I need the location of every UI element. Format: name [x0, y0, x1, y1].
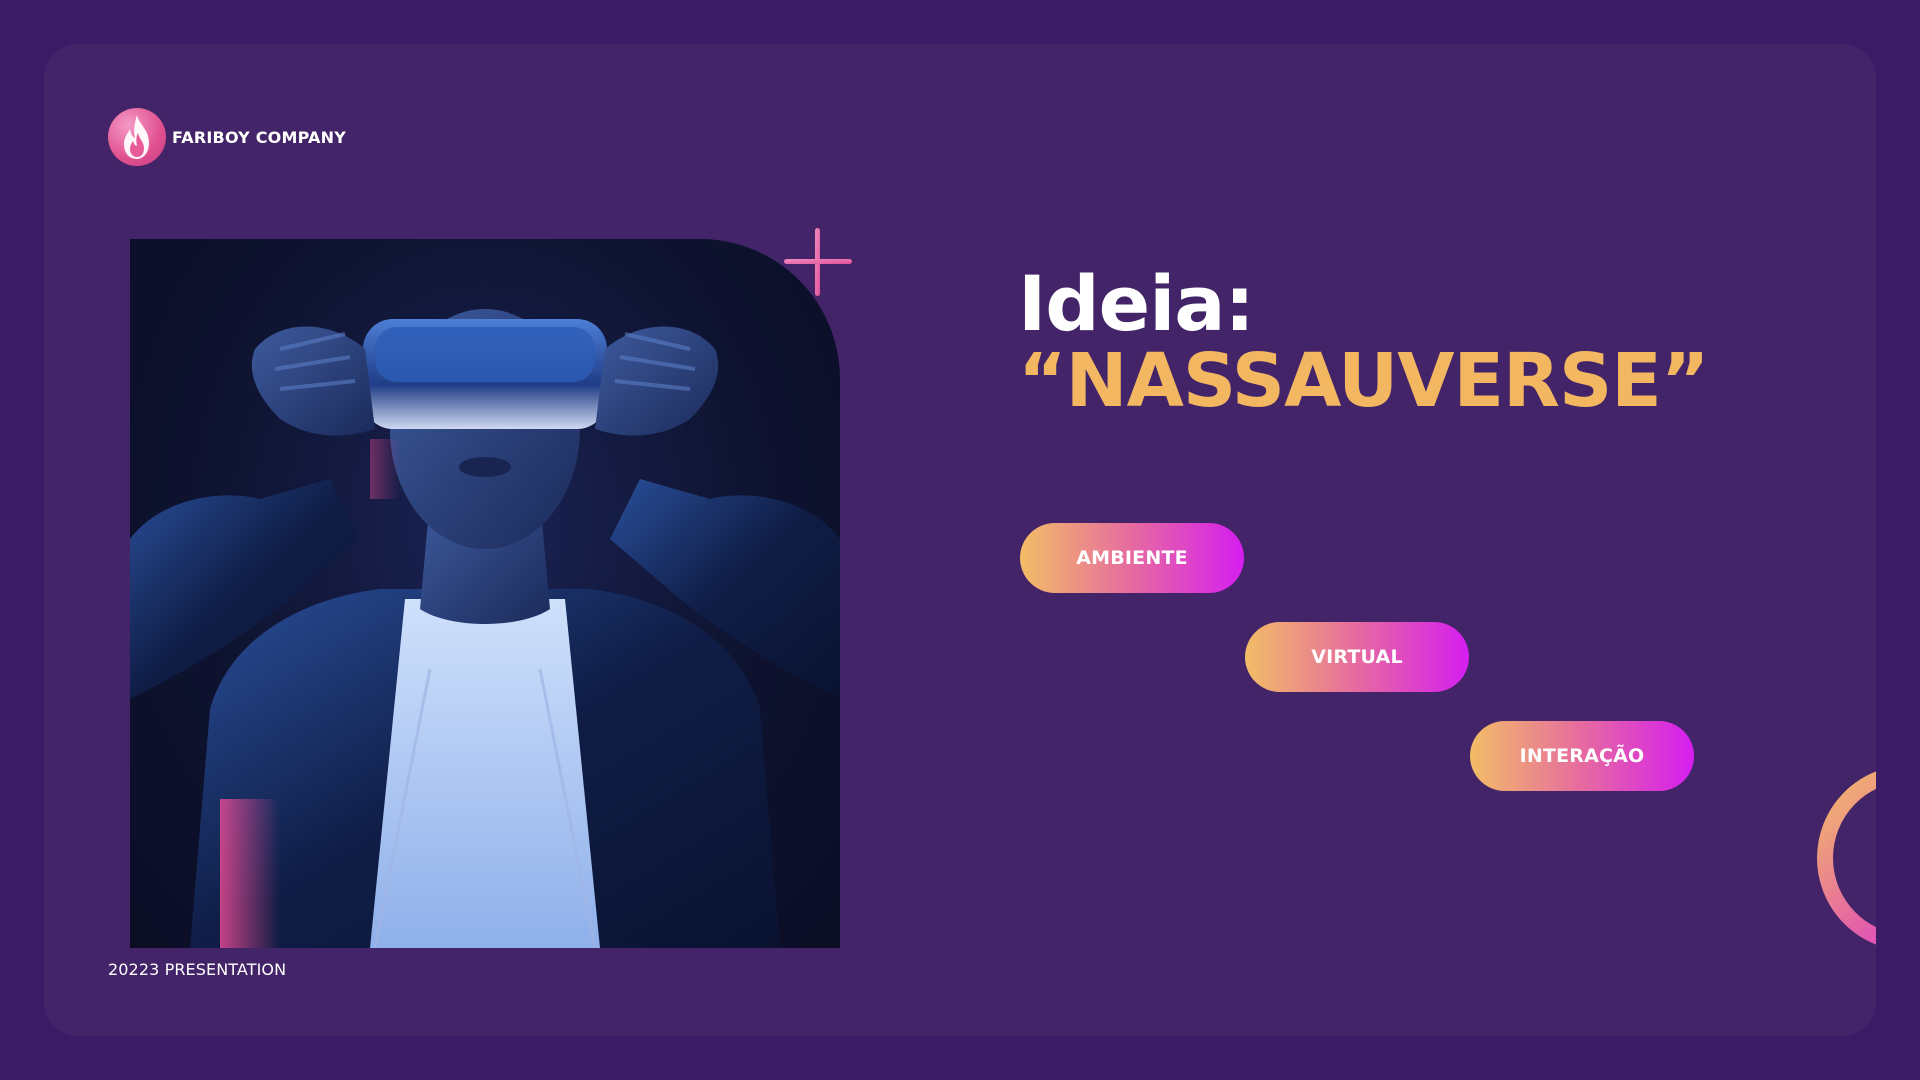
flame-icon	[108, 108, 166, 166]
ring-icon	[1810, 758, 1876, 958]
brand: FARIBOY COMPANY	[108, 108, 346, 166]
slide-panel: FARIBOY COMPANY Ideia: “NASSAUVERSE” AMB…	[44, 44, 1876, 1036]
tag-interacao: INTERAÇÃO	[1470, 721, 1694, 791]
title-line-2: “NASSAUVERSE”	[1018, 338, 1709, 424]
title-line-1: Ideia:	[1018, 259, 1255, 348]
plus-icon	[784, 228, 852, 296]
tag-ambiente: AMBIENTE	[1020, 523, 1244, 593]
footer-text: 20223 PRESENTATION	[108, 960, 287, 979]
brand-name: FARIBOY COMPANY	[172, 127, 347, 147]
tag-virtual: VIRTUAL	[1245, 622, 1469, 692]
vr-headset-person-photo	[130, 239, 840, 948]
